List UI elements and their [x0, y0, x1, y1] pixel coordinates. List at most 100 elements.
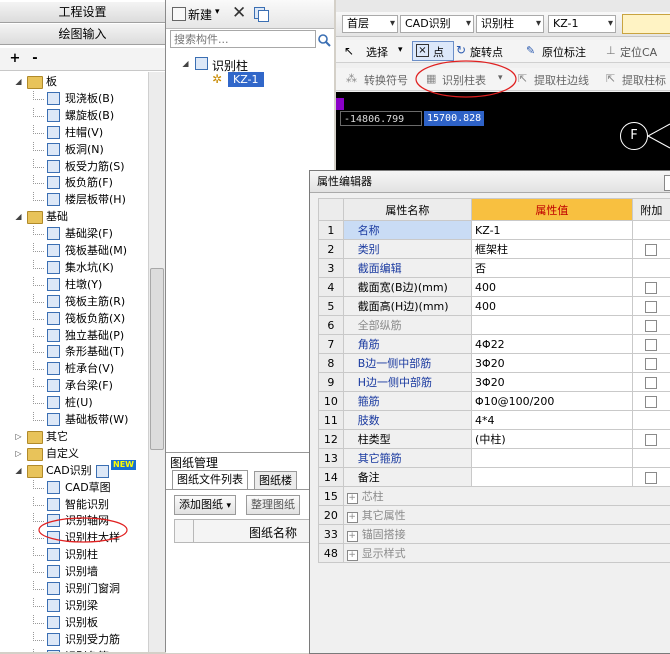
property-value[interactable]: 400	[472, 278, 633, 297]
property-row[interactable]: 10箍筋Φ10@100/200	[319, 392, 670, 411]
tree-item[interactable]: 筏板基础(M)	[0, 243, 148, 259]
tree-folder[interactable]: ▷其它	[0, 429, 148, 445]
property-value[interactable]: 框架柱	[472, 240, 633, 259]
tree-item[interactable]: 板负筋(F)	[0, 175, 148, 191]
tree-item[interactable]: 智能识别	[0, 497, 148, 513]
attach-checkbox[interactable]	[645, 320, 657, 332]
tree-item[interactable]: 识别受力筋	[0, 632, 148, 648]
new-button[interactable]: 新建	[188, 6, 212, 23]
expand-icon[interactable]: ▷	[14, 449, 23, 458]
tab-drawing-file-list[interactable]: 图纸文件列表	[172, 470, 248, 489]
extract-column-mark-button[interactable]: 提取柱标	[622, 72, 666, 88]
tree-item[interactable]: 识别墙	[0, 564, 148, 580]
arrange-drawing-button[interactable]: 整理图纸	[246, 495, 300, 515]
property-value-header[interactable]: 属性值	[472, 199, 633, 221]
tree-item[interactable]: 桩(U)	[0, 395, 148, 411]
expand-icon[interactable]: +	[347, 493, 358, 504]
property-row[interactable]: 13其它箍筋	[319, 449, 670, 468]
attach-checkbox[interactable]	[645, 358, 657, 370]
tree-scrollbar-thumb[interactable]	[150, 268, 164, 450]
property-row[interactable]: 48+显示样式	[319, 544, 670, 563]
rotate-point-button[interactable]: 旋转点	[470, 44, 503, 60]
property-row[interactable]: 3截面编辑否	[319, 259, 670, 278]
property-group[interactable]: +显示样式	[343, 544, 670, 563]
origin-mark-button[interactable]: 原位标注	[542, 44, 586, 60]
search-input[interactable]	[170, 30, 316, 48]
property-editor-title[interactable]: 属性编辑器	[310, 171, 670, 193]
property-row[interactable]: 11肢数4*4	[319, 411, 670, 430]
property-group[interactable]: +锚固搭接	[343, 525, 670, 544]
tree-item[interactable]: 条形基础(T)	[0, 344, 148, 360]
property-value[interactable]: 3Φ20	[472, 373, 633, 392]
drawing-name-header[interactable]: 图纸名称	[249, 524, 297, 541]
locate-cad-button[interactable]: 定位CA	[620, 44, 657, 60]
extract-column-edge-button[interactable]: 提取柱边线	[534, 72, 589, 88]
property-row[interactable]: 7角筋4Φ22	[319, 335, 670, 354]
tree-item[interactable]: 识别柱	[0, 547, 148, 563]
property-value[interactable]: KZ-1	[472, 221, 633, 240]
tree-item[interactable]: 集水坑(K)	[0, 260, 148, 276]
property-row[interactable]: 14备注	[319, 468, 670, 487]
tree-item[interactable]: 基础梁(F)	[0, 226, 148, 242]
property-group[interactable]: +芯柱	[343, 487, 670, 506]
coord-x-readout[interactable]: -14806.799	[340, 111, 422, 126]
property-value[interactable]: (中柱)	[472, 430, 633, 449]
drawing-input-header[interactable]: 绘图输入	[0, 24, 165, 45]
tree-item[interactable]: 柱帽(V)	[0, 125, 148, 141]
element-select[interactable]: 识别柱	[476, 15, 544, 33]
tree-item[interactable]: 承台梁(F)	[0, 378, 148, 394]
property-group[interactable]: +其它属性	[343, 506, 670, 525]
collapse-icon[interactable]: ◢	[181, 59, 190, 68]
tree-item[interactable]: 独立基础(P)	[0, 328, 148, 344]
convert-symbol-button[interactable]: 转换符号	[364, 72, 408, 88]
tree-item[interactable]: 楼层板带(H)	[0, 192, 148, 208]
property-row[interactable]: 5截面高(H边)(mm)400	[319, 297, 670, 316]
attach-checkbox[interactable]	[645, 472, 657, 484]
attach-checkbox[interactable]	[645, 282, 657, 294]
property-value[interactable]: Φ10@100/200	[472, 392, 633, 411]
tab-drawing-floor[interactable]: 图纸楼	[254, 471, 297, 490]
property-value[interactable]: 4Φ22	[472, 335, 633, 354]
tree-item[interactable]: 识别负筋	[0, 649, 148, 652]
select-button[interactable]: 选择	[366, 44, 388, 60]
project-settings-header[interactable]: 工程设置	[0, 2, 165, 23]
property-name-header[interactable]: 属性名称	[343, 199, 471, 221]
tree-item[interactable]: 筏板负筋(X)	[0, 311, 148, 327]
recognize-column-table-button[interactable]: 识别柱表	[442, 72, 486, 88]
tree-item[interactable]: 识别柱大样	[0, 530, 148, 546]
search-icon[interactable]	[316, 30, 332, 50]
property-row[interactable]: 9H边一侧中部筋3Φ20	[319, 373, 670, 392]
chevron-down-icon[interactable]: ▾	[398, 45, 403, 55]
attach-checkbox[interactable]	[645, 301, 657, 313]
tree-item[interactable]: 筏板主筋(R)	[0, 294, 148, 310]
tree-item[interactable]: 识别轴网	[0, 513, 148, 529]
attach-checkbox[interactable]	[645, 396, 657, 408]
remove-node-icon[interactable]: -	[26, 51, 44, 67]
property-value[interactable]: 400	[472, 297, 633, 316]
property-value[interactable]: 否	[472, 259, 633, 278]
collapse-icon[interactable]: ◢	[14, 77, 23, 86]
tree-item[interactable]: CAD草图	[0, 480, 148, 496]
tree-item[interactable]: 桩承台(V)	[0, 361, 148, 377]
tree-item[interactable]: 螺旋板(B)	[0, 108, 148, 124]
property-row[interactable]: 1名称KZ-1	[319, 221, 670, 240]
property-row[interactable]: 20+其它属性	[319, 506, 670, 525]
tree-item[interactable]: 基础板带(W)	[0, 412, 148, 428]
property-value[interactable]	[472, 449, 633, 468]
property-value[interactable]	[472, 316, 633, 335]
dialog-edge-button[interactable]	[664, 175, 670, 191]
property-row[interactable]: 2类别框架柱	[319, 240, 670, 259]
attach-header[interactable]: 附加	[632, 199, 670, 221]
property-row[interactable]: 8B边一侧中部筋3Φ20	[319, 354, 670, 373]
tree-item[interactable]: 板受力筋(S)	[0, 159, 148, 175]
property-toggle-button[interactable]	[622, 14, 670, 34]
tree-item[interactable]: 识别梁	[0, 598, 148, 614]
floor-select[interactable]: 首层	[342, 15, 398, 33]
collapse-icon[interactable]: ◢	[14, 212, 23, 221]
property-row[interactable]: 15+芯柱	[319, 487, 670, 506]
expand-icon[interactable]: ▷	[14, 432, 23, 441]
tree-folder[interactable]: ◢CAD识别NEW	[0, 463, 148, 479]
tree-item[interactable]: 现浇板(B)	[0, 91, 148, 107]
component-select[interactable]: KZ-1	[548, 15, 616, 33]
expand-icon[interactable]: +	[347, 550, 358, 561]
